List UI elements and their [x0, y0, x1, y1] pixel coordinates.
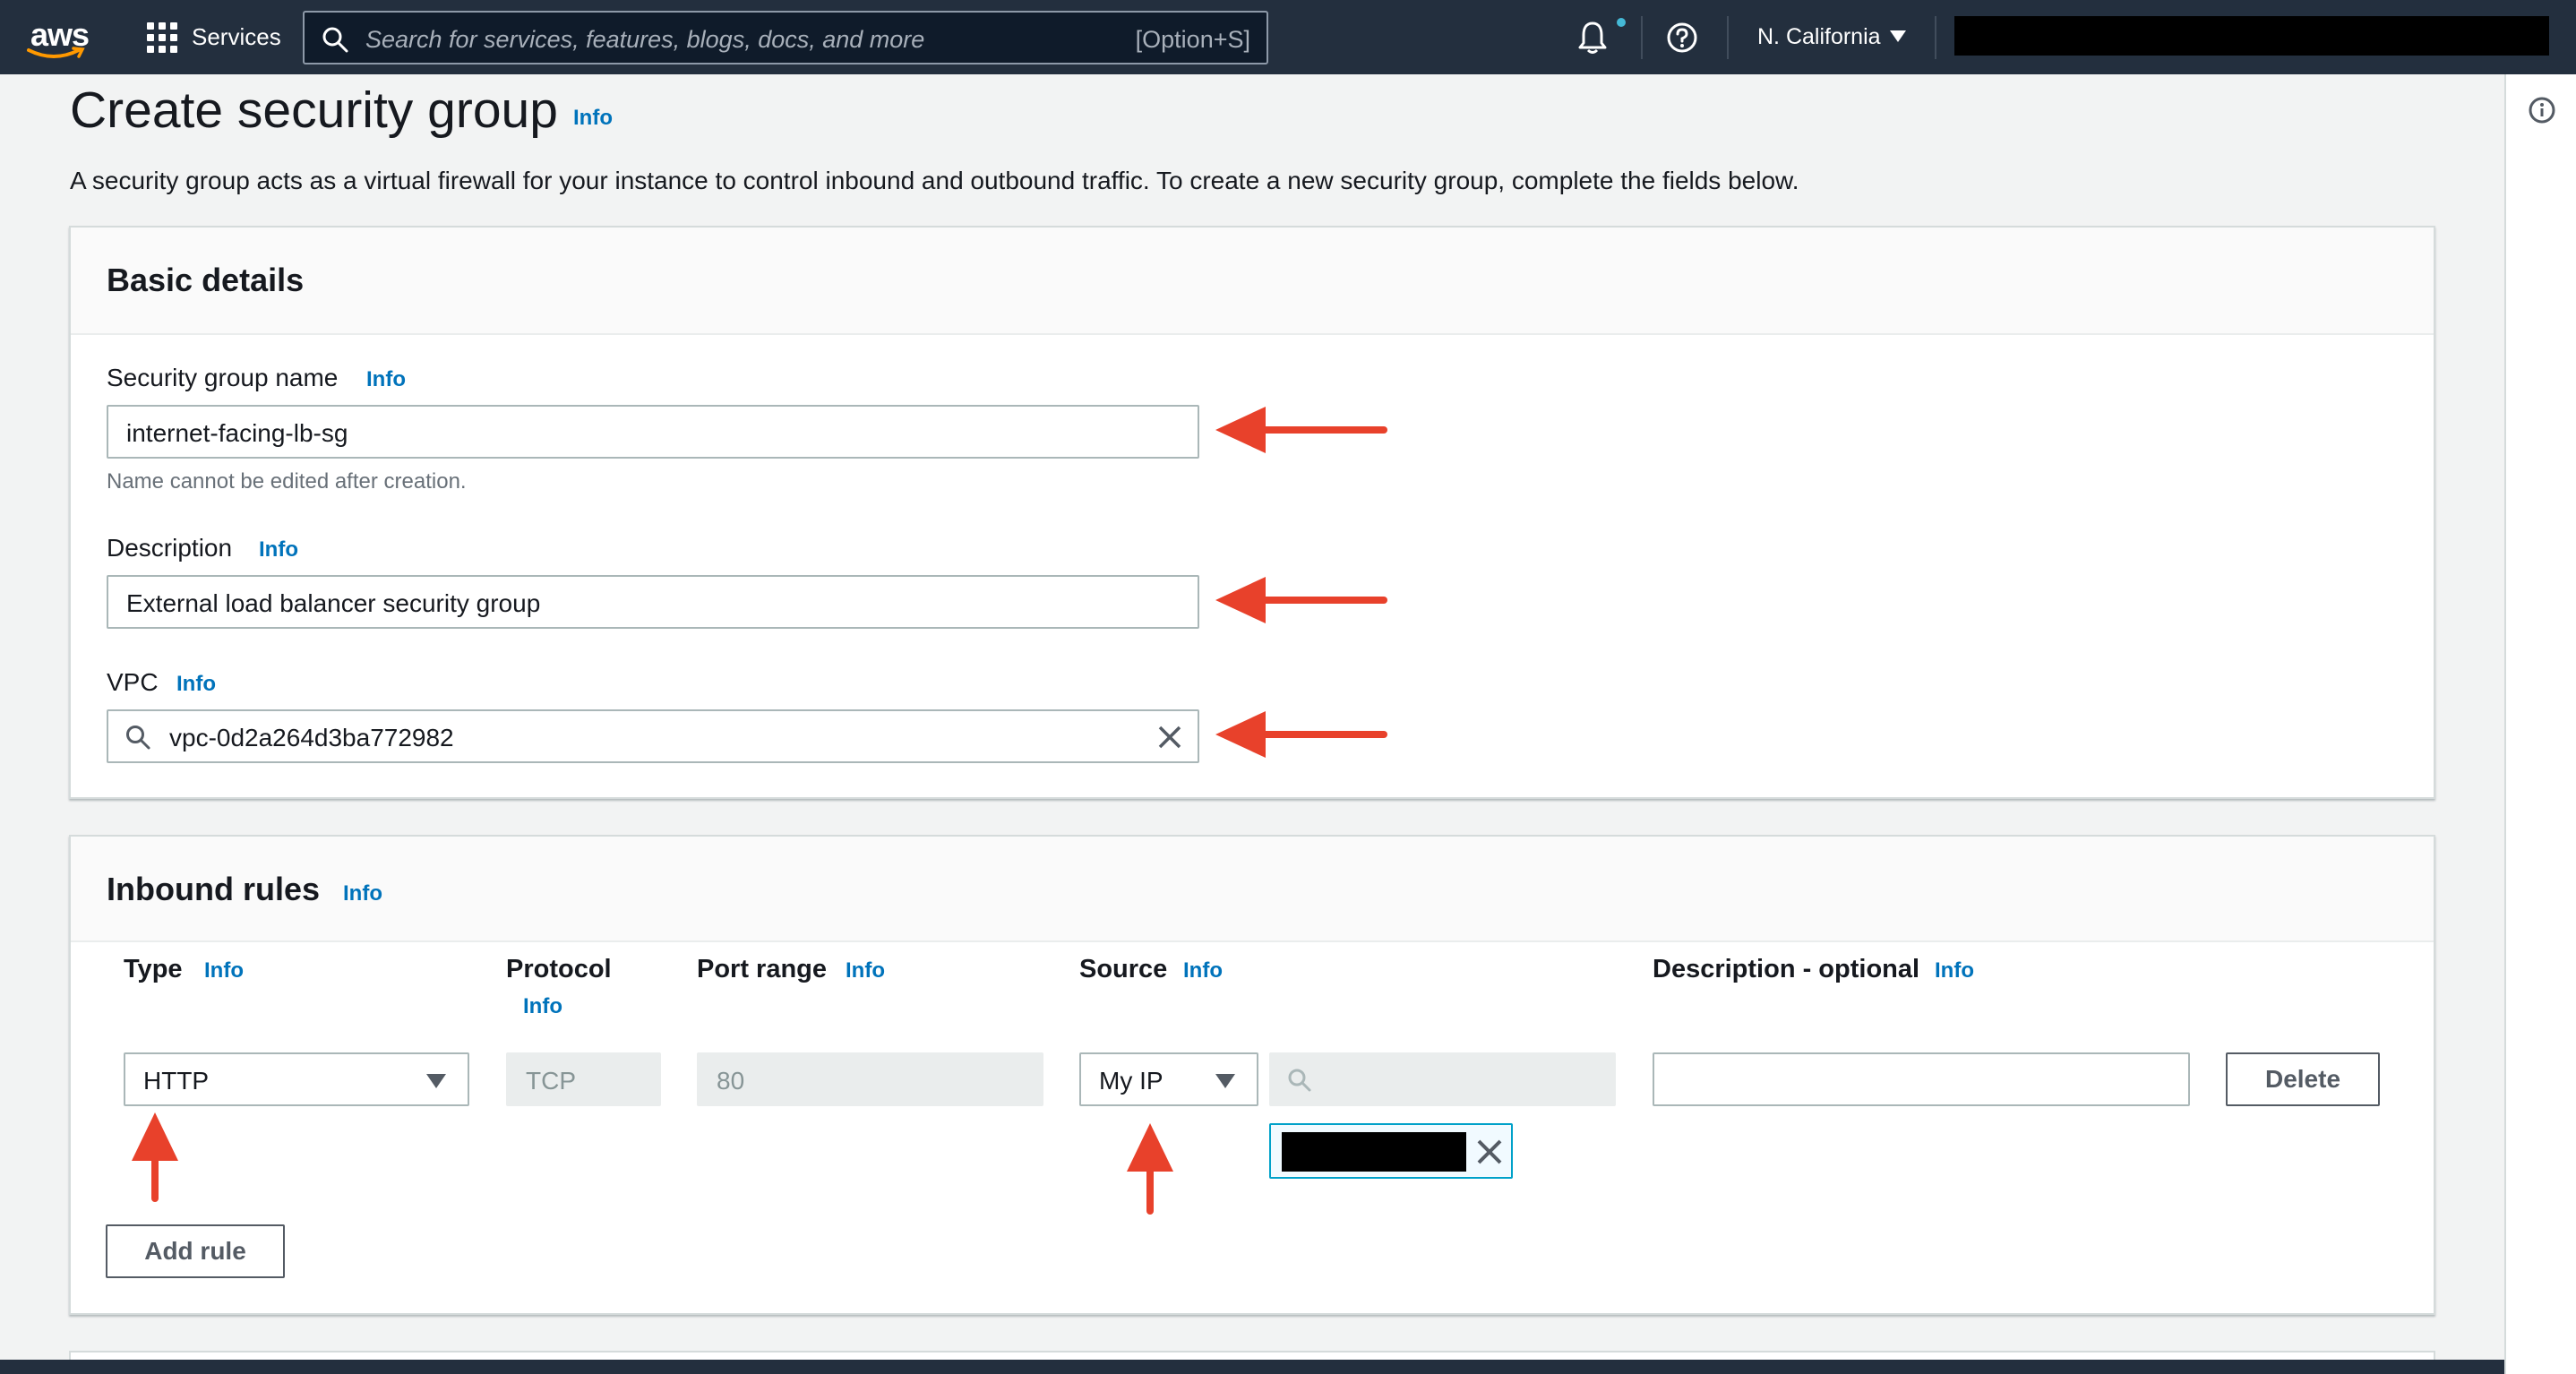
column-description: Description - optional — [1653, 955, 1920, 983]
type-select[interactable]: HTTP — [124, 1052, 469, 1106]
security-group-name-input[interactable]: internet-facing-lb-sg — [107, 405, 1199, 459]
column-protocol: Protocol — [506, 955, 612, 983]
services-grid-icon[interactable] — [147, 22, 177, 53]
search-icon — [1288, 1069, 1311, 1092]
global-search-input[interactable]: Search for services, features, blogs, do… — [303, 11, 1268, 64]
ip-address-redacted — [1282, 1132, 1466, 1172]
port-range-input: 80 — [697, 1052, 1043, 1106]
help-icon[interactable] — [1666, 21, 1698, 54]
description-label: Description — [107, 534, 233, 562]
inbound-rules-title: Inbound rules — [107, 871, 320, 907]
panel-header: Inbound rules Info — [71, 837, 2434, 942]
notifications-bell-icon[interactable] — [1576, 20, 1609, 56]
nav-divider — [1641, 16, 1643, 59]
source-select[interactable]: My IP — [1079, 1052, 1258, 1106]
source-info-link[interactable]: Info — [1183, 958, 1223, 983]
description-info-link[interactable]: Info — [1935, 958, 1974, 983]
column-port-range: Port range — [697, 955, 828, 983]
region-selector[interactable]: N. California — [1757, 24, 1881, 50]
clear-icon[interactable] — [1156, 724, 1183, 751]
top-navigation: aws Services Search for services, featur… — [0, 0, 2576, 74]
security-group-name-label: Security group name — [107, 364, 339, 391]
protocol-info-link[interactable]: Info — [523, 994, 562, 1019]
caret-down-icon — [1890, 30, 1906, 42]
basic-details-title: Basic details — [107, 262, 305, 298]
aws-logo[interactable]: aws — [27, 16, 90, 61]
source-cidr-search — [1269, 1052, 1616, 1106]
nav-divider — [1727, 16, 1729, 59]
name-hint: Name cannot be edited after creation. — [107, 469, 467, 494]
page-title: Create security group — [70, 82, 558, 139]
nav-divider — [1935, 16, 1936, 59]
notification-badge — [1617, 18, 1626, 27]
description-input[interactable]: External load balancer security group — [107, 575, 1199, 629]
aws-smile-icon — [27, 47, 85, 58]
vpc-search-input[interactable]: vpc-0d2a264d3ba772982 — [107, 709, 1199, 763]
remove-token-icon[interactable] — [1473, 1136, 1506, 1168]
caret-down-icon — [426, 1074, 446, 1088]
vpc-info-link[interactable]: Info — [176, 672, 216, 697]
annotation-arrow-icon — [1215, 407, 1387, 453]
name-info-link[interactable]: Info — [366, 367, 406, 392]
annotation-arrow-icon — [132, 1112, 178, 1202]
delete-rule-button[interactable]: Delete — [2226, 1052, 2380, 1106]
panel-header: Basic details — [71, 228, 2434, 335]
column-source: Source — [1079, 955, 1168, 983]
annotation-arrow-icon — [1215, 711, 1387, 758]
caret-down-icon — [1215, 1074, 1235, 1088]
search-icon — [126, 726, 150, 750]
services-menu[interactable]: Services — [192, 23, 281, 51]
bottom-bar — [0, 1360, 2504, 1374]
account-menu-redacted[interactable] — [1954, 16, 2549, 56]
search-placeholder: Search for services, features, blogs, do… — [365, 26, 925, 53]
vpc-label: VPC — [107, 668, 159, 696]
title-info-link[interactable]: Info — [573, 106, 613, 131]
search-shortcut: [Option+S] — [1135, 26, 1250, 53]
info-panel-icon[interactable] — [2528, 96, 2556, 125]
add-rule-button[interactable]: Add rule — [106, 1224, 285, 1278]
type-info-link[interactable]: Info — [204, 958, 244, 983]
page-description: A security group acts as a virtual firew… — [70, 167, 1799, 194]
annotation-arrow-icon — [1215, 577, 1387, 623]
rule-description-input[interactable] — [1653, 1052, 2190, 1106]
annotation-arrow-icon — [1127, 1123, 1173, 1215]
source-ip-token — [1269, 1123, 1513, 1179]
port-info-link[interactable]: Info — [846, 958, 885, 983]
column-type: Type — [124, 955, 183, 983]
description-info-link[interactable]: Info — [259, 537, 298, 562]
next-panel-edge — [69, 1351, 2435, 1360]
protocol-input: TCP — [506, 1052, 661, 1106]
inbound-info-link[interactable]: Info — [343, 881, 382, 906]
search-icon — [322, 27, 348, 53]
right-help-rail — [2504, 74, 2576, 1374]
